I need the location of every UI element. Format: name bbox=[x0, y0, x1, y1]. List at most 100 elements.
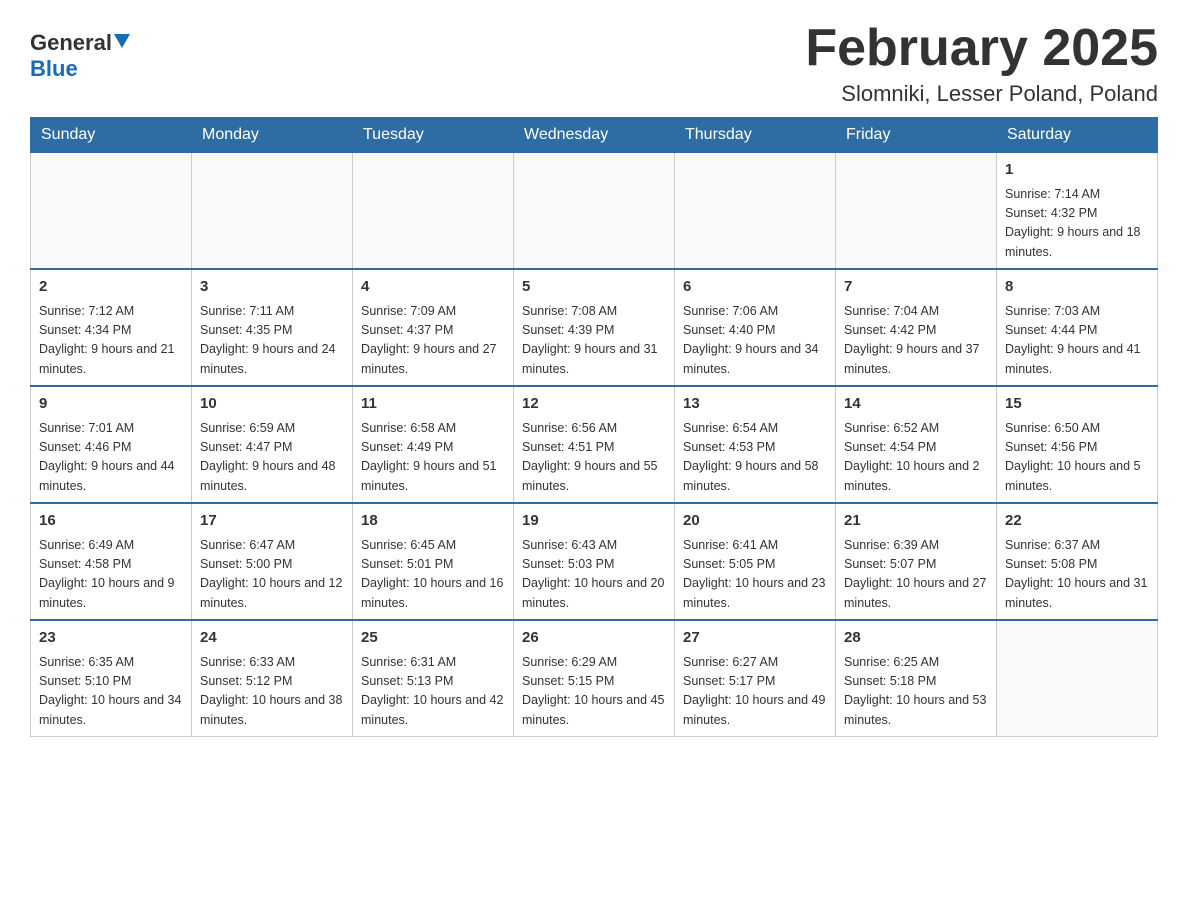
calendar-cell: 23Sunrise: 6:35 AMSunset: 5:10 PMDayligh… bbox=[31, 620, 192, 737]
calendar-cell: 24 Sunrise: 6:33 AMSunset: 5:12 PMDayligh… bbox=[192, 620, 353, 737]
day-info: Sunrise: 6:31 AMSunset: 5:13 PMDaylight:… bbox=[361, 653, 505, 731]
day-info: Sunrise: 6:33 AMSunset: 5:12 PMDaylight:… bbox=[200, 653, 344, 731]
day-info: Sunrise: 6:50 AMSunset: 4:56 PMDaylight:… bbox=[1005, 419, 1149, 497]
logo-blue: Blue bbox=[30, 56, 78, 81]
weekday-header-wednesday: Wednesday bbox=[514, 118, 675, 153]
calendar-cell: 26Sunrise: 6:29 AMSunset: 5:15 PMDayligh… bbox=[514, 620, 675, 737]
day-number: 25 bbox=[361, 627, 505, 650]
day-number: 20 bbox=[683, 510, 827, 533]
day-info: Sunrise: 7:04 AMSunset: 4:42 PMDaylight:… bbox=[844, 302, 988, 380]
day-info: Sunrise: 6:39 AMSunset: 5:07 PMDaylight:… bbox=[844, 536, 988, 614]
calendar-cell: 6 Sunrise: 7:06 AMSunset: 4:40 PMDaylight… bbox=[675, 269, 836, 386]
logo-general: General bbox=[30, 30, 130, 55]
calendar-cell: 28 Sunrise: 6:25 AMSunset: 5:18 PMDayligh… bbox=[836, 620, 997, 737]
day-number: 8 bbox=[1005, 276, 1149, 299]
month-year-title: February 2025 bbox=[805, 20, 1158, 77]
calendar-week-row: 2 Sunrise: 7:12 AMSunset: 4:34 PMDaylight… bbox=[31, 269, 1158, 386]
day-number: 14 bbox=[844, 393, 988, 416]
day-number: 15 bbox=[1005, 393, 1149, 416]
logo-blue-text: Blue bbox=[30, 56, 78, 82]
day-info: Sunrise: 6:45 AMSunset: 5:01 PMDaylight:… bbox=[361, 536, 505, 614]
calendar-cell: 18 Sunrise: 6:45 AMSunset: 5:01 PMDayligh… bbox=[353, 503, 514, 620]
day-info: Sunrise: 6:37 AMSunset: 5:08 PMDaylight:… bbox=[1005, 536, 1149, 614]
calendar-cell: 21 Sunrise: 6:39 AMSunset: 5:07 PMDayligh… bbox=[836, 503, 997, 620]
day-number: 5 bbox=[522, 276, 666, 299]
calendar-cell: 25 Sunrise: 6:31 AMSunset: 5:13 PMDayligh… bbox=[353, 620, 514, 737]
day-number: 9 bbox=[39, 393, 183, 416]
day-info: Sunrise: 6:52 AMSunset: 4:54 PMDaylight:… bbox=[844, 419, 988, 497]
day-number: 17 bbox=[200, 510, 344, 533]
logo-triangle-icon bbox=[114, 34, 130, 48]
day-info: Sunrise: 7:08 AMSunset: 4:39 PMDaylight:… bbox=[522, 302, 666, 380]
calendar-cell: 16 Sunrise: 6:49 AMSunset: 4:58 PMDayligh… bbox=[31, 503, 192, 620]
day-number: 2 bbox=[39, 276, 183, 299]
location-subtitle: Slomniki, Lesser Poland, Poland bbox=[805, 81, 1158, 107]
day-number: 6 bbox=[683, 276, 827, 299]
calendar-cell: 10Sunrise: 6:59 AMSunset: 4:47 PMDayligh… bbox=[192, 386, 353, 503]
day-number: 27 bbox=[683, 627, 827, 650]
day-number: 13 bbox=[683, 393, 827, 416]
calendar-cell: 11 Sunrise: 6:58 AMSunset: 4:49 PMDayligh… bbox=[353, 386, 514, 503]
day-info: Sunrise: 6:59 AMSunset: 4:47 PMDaylight:… bbox=[200, 419, 344, 497]
calendar-cell: 17 Sunrise: 6:47 AMSunset: 5:00 PMDayligh… bbox=[192, 503, 353, 620]
day-number: 19 bbox=[522, 510, 666, 533]
calendar-cell: 2 Sunrise: 7:12 AMSunset: 4:34 PMDaylight… bbox=[31, 269, 192, 386]
day-info: Sunrise: 7:01 AMSunset: 4:46 PMDaylight:… bbox=[39, 419, 183, 497]
day-number: 16 bbox=[39, 510, 183, 533]
calendar-week-row: 23Sunrise: 6:35 AMSunset: 5:10 PMDayligh… bbox=[31, 620, 1158, 737]
day-info: Sunrise: 6:49 AMSunset: 4:58 PMDaylight:… bbox=[39, 536, 183, 614]
calendar-cell: 27 Sunrise: 6:27 AMSunset: 5:17 PMDayligh… bbox=[675, 620, 836, 737]
calendar-week-row: 1Sunrise: 7:14 AMSunset: 4:32 PMDaylight… bbox=[31, 153, 1158, 270]
day-info: Sunrise: 7:06 AMSunset: 4:40 PMDaylight:… bbox=[683, 302, 827, 380]
day-number: 23 bbox=[39, 627, 183, 650]
calendar-cell: 22 Sunrise: 6:37 AMSunset: 5:08 PMDayligh… bbox=[997, 503, 1158, 620]
calendar-cell bbox=[353, 153, 514, 270]
calendar-cell: 4Sunrise: 7:09 AMSunset: 4:37 PMDaylight… bbox=[353, 269, 514, 386]
calendar-cell: 15 Sunrise: 6:50 AMSunset: 4:56 PMDayligh… bbox=[997, 386, 1158, 503]
day-number: 22 bbox=[1005, 510, 1149, 533]
day-number: 24 bbox=[200, 627, 344, 650]
day-number: 18 bbox=[361, 510, 505, 533]
page-header: General Blue February 2025 Slomniki, Les… bbox=[30, 20, 1158, 107]
calendar-cell: 20Sunrise: 6:41 AMSunset: 5:05 PMDayligh… bbox=[675, 503, 836, 620]
weekday-header-saturday: Saturday bbox=[997, 118, 1158, 153]
day-number: 21 bbox=[844, 510, 988, 533]
calendar-cell: 8 Sunrise: 7:03 AMSunset: 4:44 PMDaylight… bbox=[997, 269, 1158, 386]
calendar-cell bbox=[192, 153, 353, 270]
calendar-cell: 9 Sunrise: 7:01 AMSunset: 4:46 PMDaylight… bbox=[31, 386, 192, 503]
calendar-cell: 1Sunrise: 7:14 AMSunset: 4:32 PMDaylight… bbox=[997, 153, 1158, 270]
calendar-cell bbox=[514, 153, 675, 270]
calendar-cell: 7Sunrise: 7:04 AMSunset: 4:42 PMDaylight… bbox=[836, 269, 997, 386]
logo: General Blue bbox=[30, 20, 130, 82]
day-info: Sunrise: 7:11 AMSunset: 4:35 PMDaylight:… bbox=[200, 302, 344, 380]
calendar-cell: 3 Sunrise: 7:11 AMSunset: 4:35 PMDaylight… bbox=[192, 269, 353, 386]
calendar-cell: 5 Sunrise: 7:08 AMSunset: 4:39 PMDaylight… bbox=[514, 269, 675, 386]
day-info: Sunrise: 7:09 AMSunset: 4:37 PMDaylight:… bbox=[361, 302, 505, 380]
day-info: Sunrise: 6:29 AMSunset: 5:15 PMDaylight:… bbox=[522, 653, 666, 731]
title-block: February 2025 Slomniki, Lesser Poland, P… bbox=[805, 20, 1158, 107]
calendar-cell: 19 Sunrise: 6:43 AMSunset: 5:03 PMDayligh… bbox=[514, 503, 675, 620]
day-number: 3 bbox=[200, 276, 344, 299]
calendar-cell: 13 Sunrise: 6:54 AMSunset: 4:53 PMDayligh… bbox=[675, 386, 836, 503]
day-number: 12 bbox=[522, 393, 666, 416]
weekday-header-tuesday: Tuesday bbox=[353, 118, 514, 153]
weekday-header-thursday: Thursday bbox=[675, 118, 836, 153]
day-info: Sunrise: 6:27 AMSunset: 5:17 PMDaylight:… bbox=[683, 653, 827, 731]
day-info: Sunrise: 6:54 AMSunset: 4:53 PMDaylight:… bbox=[683, 419, 827, 497]
day-info: Sunrise: 6:43 AMSunset: 5:03 PMDaylight:… bbox=[522, 536, 666, 614]
day-number: 28 bbox=[844, 627, 988, 650]
calendar-week-row: 16 Sunrise: 6:49 AMSunset: 4:58 PMDayligh… bbox=[31, 503, 1158, 620]
weekday-header-row: SundayMondayTuesdayWednesdayThursdayFrid… bbox=[31, 118, 1158, 153]
day-info: Sunrise: 6:47 AMSunset: 5:00 PMDaylight:… bbox=[200, 536, 344, 614]
day-info: Sunrise: 7:12 AMSunset: 4:34 PMDaylight:… bbox=[39, 302, 183, 380]
calendar-table: SundayMondayTuesdayWednesdayThursdayFrid… bbox=[30, 117, 1158, 737]
weekday-header-monday: Monday bbox=[192, 118, 353, 153]
day-info: Sunrise: 6:58 AMSunset: 4:49 PMDaylight:… bbox=[361, 419, 505, 497]
day-info: Sunrise: 6:25 AMSunset: 5:18 PMDaylight:… bbox=[844, 653, 988, 731]
weekday-header-sunday: Sunday bbox=[31, 118, 192, 153]
day-number: 11 bbox=[361, 393, 505, 416]
calendar-cell bbox=[31, 153, 192, 270]
day-info: Sunrise: 7:03 AMSunset: 4:44 PMDaylight:… bbox=[1005, 302, 1149, 380]
calendar-cell bbox=[997, 620, 1158, 737]
calendar-cell bbox=[836, 153, 997, 270]
